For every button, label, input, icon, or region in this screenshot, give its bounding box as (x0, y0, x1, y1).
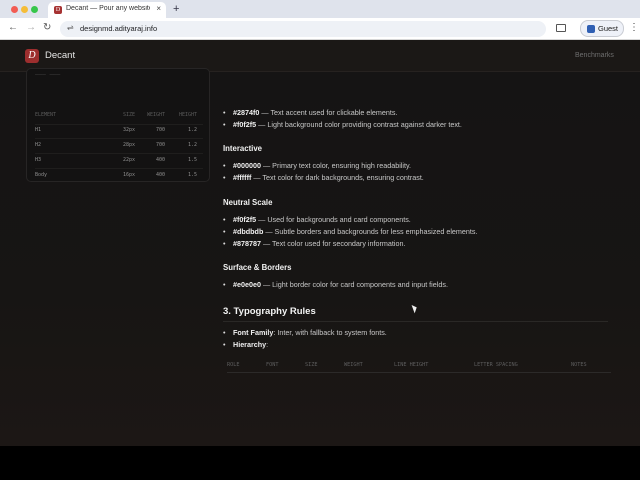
item-description: : Inter, with fallback to system fonts. (273, 328, 387, 337)
color-item: #000000 — Primary text color, ensuring h… (223, 161, 411, 170)
color-item: #2874f0 — Text accent used for clickable… (223, 108, 397, 117)
site-name[interactable]: Decant (45, 50, 75, 61)
cell: 32px (122, 127, 135, 133)
color-description: — Text color used for secondary informat… (260, 239, 406, 248)
cell: 700 (155, 142, 165, 148)
page-content: ___ ___ ELEMENT SIZE WEIGHT HEIGHT H1 32… (0, 68, 640, 446)
table-row: H2 28px 700 1.2 (35, 142, 203, 152)
cell: 1.5 (187, 172, 197, 178)
typography-item: Hierarchy: (223, 340, 268, 349)
color-description: — Light background color providing contr… (256, 120, 462, 129)
column-header: ROLE (227, 362, 240, 368)
tab-title: Decant — Pour any website i (66, 5, 150, 12)
back-icon[interactable]: ← (8, 22, 18, 34)
forward-icon[interactable]: → (26, 22, 36, 34)
color-code: #ffffff (233, 173, 252, 182)
color-code: #e0e0e0 (233, 280, 261, 289)
color-item: #f0f2f5 — Light background color providi… (223, 120, 462, 129)
color-code: #000000 (233, 161, 261, 170)
cell: H3 (35, 157, 42, 163)
browser-tab[interactable]: D Decant — Pour any website i × (48, 2, 166, 18)
color-code: #f0f2f5 (233, 120, 257, 129)
reload-icon[interactable]: ↻ (43, 22, 51, 34)
column-header: SIZE (122, 112, 135, 118)
color-code: #2874f0 (233, 108, 260, 117)
color-description: — Primary text color, ensuring high read… (260, 161, 412, 170)
section-title-interactive: Interactive (223, 144, 263, 153)
color-item: #ffffff — Text color for dark background… (223, 173, 424, 182)
cell: 700 (155, 127, 165, 133)
color-code: #878787 (233, 239, 261, 248)
section-title-surface: Surface & Borders (223, 263, 292, 272)
column-header: WEIGHT (344, 362, 363, 368)
cell: H1 (35, 127, 42, 133)
cell: 16px (122, 172, 135, 178)
cell: 1.5 (187, 157, 197, 163)
nav-benchmarks-link[interactable]: Benchmarks (575, 52, 614, 59)
guest-label: Guest (598, 24, 619, 33)
guest-profile-button[interactable]: Guest (580, 20, 624, 37)
card-title: ___ ___ (35, 68, 61, 75)
color-description: — Used for backgrounds and card componen… (256, 215, 411, 224)
maximize-window-button[interactable] (31, 6, 38, 13)
color-description: — Text accent used for clickable element… (259, 108, 398, 117)
column-header: ELEMENT (35, 112, 57, 118)
column-header: SIZE (305, 362, 318, 368)
cell: Body (35, 172, 48, 178)
column-header: HEIGHT (178, 112, 197, 118)
logo-icon[interactable]: D (25, 49, 39, 63)
color-item: #dbdbdb — Subtle borders and backgrounds… (223, 227, 478, 236)
site-info-icon[interactable]: ⇌ (67, 23, 74, 32)
cell: 1.2 (187, 142, 197, 148)
cast-icon[interactable] (556, 24, 566, 32)
favicon-icon: D (54, 6, 62, 14)
color-item: #f0f2f5 — Used for backgrounds and card … (223, 215, 411, 224)
profile-icon (587, 25, 595, 33)
color-description: — Text color for dark backgrounds, ensur… (251, 173, 424, 182)
cell: 400 (155, 172, 165, 178)
color-description: — Subtle borders and backgrounds for les… (263, 227, 478, 236)
column-header: WEIGHT (146, 112, 165, 118)
mouse-cursor-icon (411, 303, 419, 314)
table-row: H1 32px 700 1.2 (35, 127, 203, 137)
column-header: LINE HEIGHT (394, 362, 429, 368)
browser-tab-strip: D Decant — Pour any website i × + (0, 0, 640, 18)
table-row: Body 16px 400 1.5 (35, 172, 203, 182)
column-header: NOTES (571, 362, 587, 368)
cell: 28px (122, 142, 135, 148)
table-row: H3 22px 400 1.5 (35, 157, 203, 167)
color-item: #e0e0e0 — Light border color for card co… (223, 280, 448, 289)
cell: 22px (122, 157, 135, 163)
typography-summary-card: ___ ___ ELEMENT SIZE WEIGHT HEIGHT H1 32… (26, 68, 210, 182)
cell: 400 (155, 157, 165, 163)
divider (227, 372, 611, 373)
typography-item: Font Family: Inter, with fallback to sys… (223, 328, 387, 337)
cell: H2 (35, 142, 42, 148)
close-window-button[interactable] (11, 6, 18, 13)
typography-heading: 3. Typography Rules (223, 306, 316, 317)
item-term: Hierarchy (233, 340, 267, 349)
section-title-neutral: Neutral Scale (223, 198, 273, 207)
url-text[interactable]: designmd.adityaraj.info (80, 24, 157, 33)
item-description: : (266, 340, 269, 349)
address-bar[interactable]: ⇌ designmd.adityaraj.info (60, 21, 546, 37)
card-table-header: ELEMENT SIZE WEIGHT HEIGHT (35, 112, 203, 122)
browser-toolbar: ← → ↻ ⇌ designmd.adityaraj.info Guest ⋮ (0, 18, 640, 40)
color-code: #f0f2f5 (233, 215, 257, 224)
color-description: — Light border color for card components… (260, 280, 448, 289)
close-tab-icon[interactable]: × (156, 4, 161, 13)
column-header: FONT (266, 362, 279, 368)
browser-menu-icon[interactable]: ⋮ (629, 22, 639, 33)
cell: 1.2 (187, 127, 197, 133)
new-tab-button[interactable]: + (173, 2, 179, 16)
typography-table-header: ROLE FONT SIZE WEIGHT LINE HEIGHT LETTER… (227, 362, 607, 372)
column-header: LETTER SPACING (474, 362, 518, 368)
color-item: #878787 — Text color used for secondary … (223, 239, 405, 248)
item-term: Font Family (233, 328, 274, 337)
minimize-window-button[interactable] (21, 6, 28, 13)
divider (223, 321, 608, 322)
color-code: #dbdbdb (233, 227, 264, 236)
